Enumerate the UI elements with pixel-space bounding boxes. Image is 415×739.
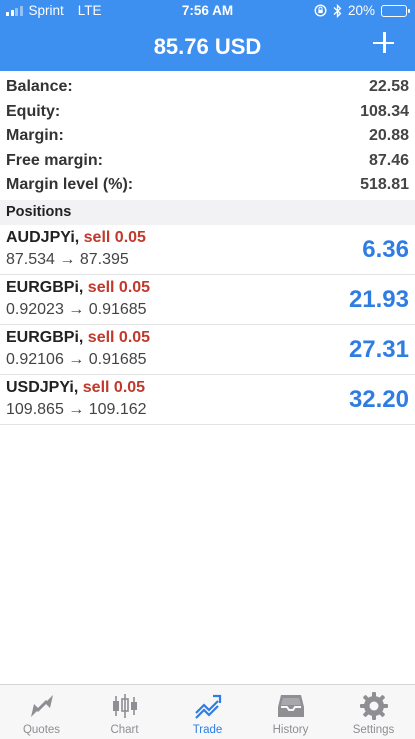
bluetooth-icon — [333, 3, 342, 18]
position-row[interactable]: AUDJPYi, sell 0.05 87.534 → 87.395 6.36 — [0, 225, 415, 275]
tab-label: Settings — [352, 724, 395, 736]
summary-row-equity: Equity: 108.34 — [6, 100, 409, 125]
position-profit: 27.31 — [348, 335, 409, 363]
quotes-icon — [30, 695, 53, 717]
summary-row-margin: Margin: 20.88 — [6, 124, 409, 149]
trade-icon — [194, 694, 221, 719]
position-symbol: USDJPYi, — [6, 378, 79, 396]
position-symbol: AUDJPYi, — [6, 228, 80, 246]
account-summary: Balance: 22.58 Equity: 108.34 Margin: 20… — [0, 71, 415, 198]
battery-percent: 20% — [347, 3, 375, 18]
summary-row-margin-level: Margin level (%): 518.81 — [6, 173, 409, 198]
inbox-icon — [277, 695, 304, 717]
position-symbol: EURGBPi, — [6, 278, 84, 296]
summary-row-free-margin: Free margin: 87.46 — [6, 149, 409, 174]
position-symbol: EURGBPi, — [6, 328, 84, 346]
summary-value: 108.34 — [360, 102, 409, 120]
tab-label: History — [272, 724, 309, 736]
candlestick-icon — [112, 694, 137, 718]
tab-label: Trade — [192, 724, 223, 736]
position-row[interactable]: EURGBPi, sell 0.05 0.92106 → 0.91685 27.… — [0, 325, 415, 375]
tab-label: Quotes — [22, 724, 61, 736]
position-side: sell 0.05 — [87, 278, 151, 296]
tab-chart[interactable]: Chart — [83, 685, 166, 739]
summary-row-balance: Balance: 22.58 — [6, 75, 409, 100]
position-row[interactable]: USDJPYi, sell 0.05 109.865 → 109.162 32.… — [0, 375, 415, 425]
battery-icon — [381, 4, 410, 17]
tab-history[interactable]: History — [249, 685, 332, 739]
gear-icon — [359, 692, 388, 720]
position-row[interactable]: EURGBPi, sell 0.05 0.92023 → 0.91685 21.… — [0, 275, 415, 325]
positions-list: AUDJPYi, sell 0.05 87.534 → 87.395 6.36 … — [0, 225, 415, 425]
summary-label: Margin: — [6, 127, 64, 145]
account-equity-title: 85.76 USD — [153, 34, 262, 59]
position-profit: 21.93 — [348, 285, 409, 313]
plus-icon[interactable] — [369, 28, 399, 58]
positions-header: Positions — [0, 199, 415, 225]
top-bar: Sprint LTE 7:56 AM 20% 85.76 USD — [0, 0, 415, 71]
summary-label: Equity: — [6, 102, 61, 120]
app-header: 85.76 USD — [0, 22, 415, 71]
position-side: sell 0.05 — [83, 228, 146, 246]
orientation-lock-icon — [314, 4, 327, 17]
tab-quotes[interactable]: Quotes — [0, 685, 83, 739]
tab-trade[interactable]: Trade — [166, 685, 249, 739]
summary-value: 87.46 — [368, 151, 409, 169]
tab-bar: Quotes Chart Trade History Settings — [0, 684, 415, 739]
summary-value: 20.88 — [368, 127, 409, 145]
tab-settings[interactable]: Settings — [332, 685, 415, 739]
position-prices: 87.534 → 87.395 — [6, 250, 129, 268]
position-profit: 32.20 — [348, 385, 409, 413]
position-side: sell 0.05 — [87, 328, 151, 346]
summary-value: 518.81 — [360, 176, 409, 194]
summary-label: Margin level (%): — [6, 176, 134, 194]
status-bar: Sprint LTE 7:56 AM 20% — [0, 0, 415, 22]
tab-label: Chart — [110, 724, 139, 736]
status-right: 20% — [314, 3, 410, 18]
summary-label: Free margin: — [6, 151, 103, 169]
position-side: sell 0.05 — [82, 378, 146, 396]
position-profit: 6.36 — [362, 235, 409, 263]
summary-label: Balance: — [6, 78, 73, 96]
summary-value: 22.58 — [368, 78, 409, 96]
